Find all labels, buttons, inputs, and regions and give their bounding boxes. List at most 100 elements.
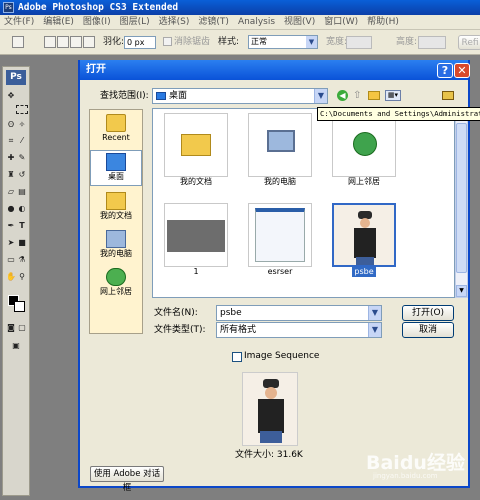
add-selection-icon[interactable]: [57, 36, 69, 48]
desktop-icon: [106, 153, 126, 171]
network-icon: [106, 268, 126, 286]
background-color-swatch[interactable]: [14, 301, 25, 312]
standard-mode-icon[interactable]: ▢: [16, 323, 28, 332]
menu-bar: 文件(F) 编辑(E) 图像(I) 图层(L) 选择(S) 滤镜(T) Analysis 视图…: [0, 15, 480, 30]
use-adobe-dialog-button[interactable]: 使用 Adobe 对话框: [90, 466, 164, 493]
width-label: 宽度:: [326, 37, 348, 47]
height-label: 高度:: [396, 37, 418, 47]
open-dialog: 打开 ? ✕ 查找范围(I): 桌面 ▼ ◀ ⇧ ▦▾ Recent 桌面 我的…: [78, 60, 480, 493]
view-menu-icon[interactable]: ▦▾: [385, 90, 401, 101]
menu-file[interactable]: 文件(F): [4, 17, 34, 27]
chevron-down-icon: ▼: [368, 306, 381, 320]
app-title-bar: Adobe Photoshop CS3 Extended: [0, 0, 480, 15]
preview-image: [242, 372, 298, 446]
app-title: Adobe Photoshop CS3 Extended: [18, 2, 179, 13]
menu-layer[interactable]: 图层(L): [120, 17, 150, 27]
menu-edit[interactable]: 编辑(E): [43, 17, 74, 27]
file-item-psbe[interactable]: psbe: [329, 203, 399, 277]
style-label: 样式:: [218, 37, 240, 47]
place-recent-label: Recent: [102, 133, 130, 142]
style-value: 正常: [251, 37, 267, 46]
scroll-thumb[interactable]: [456, 123, 467, 273]
file-item-my-computer[interactable]: 我的电脑: [245, 113, 315, 187]
folder-icon: [164, 113, 228, 177]
intersect-selection-icon[interactable]: [83, 36, 95, 48]
place-recent[interactable]: Recent: [90, 114, 142, 143]
look-in-select[interactable]: 桌面 ▼: [152, 88, 328, 104]
image-sequence-checkbox[interactable]: [232, 352, 242, 362]
slice-tool-icon[interactable]: ⁄: [16, 136, 28, 145]
refine-edge-button[interactable]: Refi: [458, 35, 480, 50]
baidu-watermark-url: jingyan.baidu.com: [373, 472, 438, 480]
menu-view[interactable]: 视图(V): [284, 17, 315, 27]
new-selection-icon[interactable]: [44, 36, 56, 48]
zoom-tool-icon[interactable]: ⚲: [16, 272, 28, 281]
filename-label: 文件名(N):: [154, 308, 198, 318]
chevron-down-icon: ▼: [314, 89, 327, 103]
place-desktop[interactable]: 桌面: [90, 150, 142, 186]
magic-wand-tool-icon[interactable]: ✧: [16, 120, 28, 129]
filetype-label: 文件类型(T):: [154, 325, 206, 335]
brush-tool-icon[interactable]: ✎: [16, 153, 28, 162]
document-thumbnail: [248, 203, 312, 267]
subtract-selection-icon[interactable]: [70, 36, 82, 48]
look-in-value: 桌面: [169, 91, 188, 101]
dialog-title: 打开: [86, 64, 106, 75]
close-button[interactable]: ✕: [454, 63, 470, 78]
toolbox: Ps ✥ ʘ ✧ ⌗ ⁄ ✚ ✎ ♜ ↺ ▱ ▤ ● ◐ ✒ T ➤ ■ ▭ ⚗…: [2, 66, 30, 496]
open-button[interactable]: 打开(O): [402, 305, 454, 321]
file-item-1[interactable]: 1: [161, 203, 231, 277]
filename-input[interactable]: psbe ▼: [216, 305, 382, 321]
menu-window[interactable]: 窗口(W): [324, 17, 358, 27]
file-label: 1: [193, 267, 199, 276]
width-input[interactable]: [346, 36, 372, 49]
menu-help[interactable]: 帮助(H): [367, 17, 399, 27]
new-folder-icon[interactable]: [368, 91, 380, 100]
help-button[interactable]: ?: [437, 63, 453, 78]
cancel-button[interactable]: 取消: [402, 322, 454, 338]
antialias-checkbox[interactable]: [163, 37, 172, 46]
file-item-network[interactable]: 网上邻居: [329, 113, 399, 187]
scroll-down-icon[interactable]: ▼: [456, 285, 467, 297]
chevron-down-icon: ▼: [306, 36, 317, 48]
file-item-my-documents[interactable]: 我的文档: [161, 113, 231, 187]
filetype-select[interactable]: 所有格式 ▼: [216, 322, 382, 338]
favorites-folder-icon[interactable]: [442, 91, 454, 100]
filename-value: psbe: [220, 308, 242, 318]
desktop-small-icon: [156, 91, 166, 100]
feather-input[interactable]: 0 px: [124, 36, 156, 49]
shape-tool-icon[interactable]: ■: [16, 238, 28, 247]
dodge-tool-icon[interactable]: ◐: [16, 204, 28, 213]
history-brush-icon[interactable]: ↺: [16, 170, 28, 179]
options-bar: 羽化: 0 px 消除锯齿 样式: 正常 ▼ 宽度: 高度: Refi: [0, 30, 480, 55]
place-network[interactable]: 网上邻居: [90, 268, 142, 297]
height-input[interactable]: [418, 36, 446, 49]
filetype-value: 所有格式: [220, 325, 257, 335]
file-label: 我的文档: [180, 177, 212, 186]
file-label: psbe: [352, 267, 376, 277]
menu-filter[interactable]: 滤镜(T): [198, 17, 229, 27]
marquee-preset-icon[interactable]: [12, 36, 24, 48]
move-tool-icon[interactable]: ✥: [5, 91, 17, 100]
menu-select[interactable]: 选择(S): [159, 17, 190, 27]
computer-icon: [248, 113, 312, 177]
menu-image[interactable]: 图像(I): [83, 17, 111, 27]
menu-analysis[interactable]: Analysis: [238, 17, 275, 27]
screen-mode-icon[interactable]: ▣: [10, 341, 22, 350]
up-folder-icon[interactable]: ⇧: [353, 90, 364, 101]
photo-thumbnail: [332, 203, 396, 267]
file-item-esrser[interactable]: esrser: [245, 203, 315, 277]
back-icon[interactable]: ◀: [337, 90, 348, 101]
file-size: 文件大小: 31.6K: [235, 450, 303, 460]
type-tool-icon[interactable]: T: [16, 221, 28, 230]
style-select[interactable]: 正常 ▼: [248, 35, 318, 49]
gradient-tool-icon[interactable]: ▤: [16, 187, 28, 196]
path-tooltip: C:\Documents and Settings\Administrator\: [317, 107, 480, 121]
place-my-computer[interactable]: 我的电脑: [90, 230, 142, 259]
file-list-scrollbar[interactable]: ▲ ▼: [455, 108, 468, 298]
network-icon: [332, 113, 396, 177]
marquee-tool-icon[interactable]: [16, 105, 28, 114]
photoshop-app-icon: Ps: [3, 2, 14, 13]
place-my-documents[interactable]: 我的文档: [90, 192, 142, 221]
eyedropper-tool-icon[interactable]: ⚗: [16, 255, 28, 264]
